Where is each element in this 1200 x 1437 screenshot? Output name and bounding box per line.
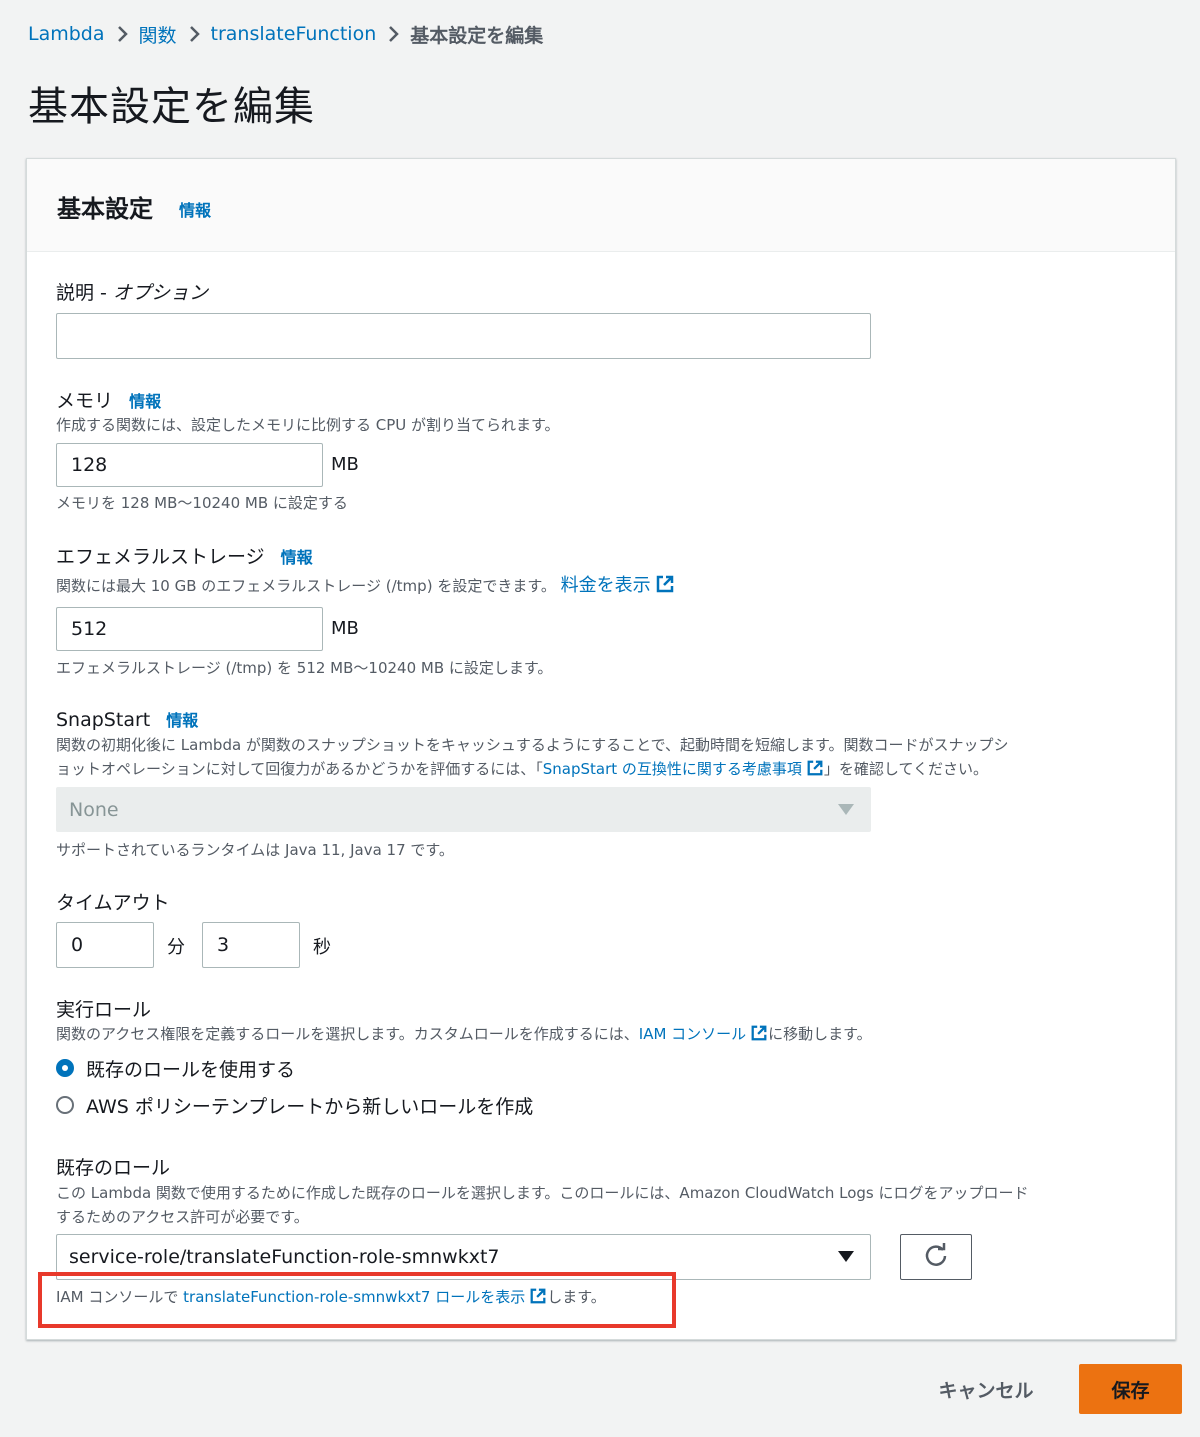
existing-role-label: 既存のロール [56, 1157, 171, 1179]
snapstart-label: SnapStart 情報 [56, 707, 198, 731]
ephemeral-storage-input[interactable]: 512 [56, 607, 323, 651]
refresh-roles-button[interactable] [900, 1234, 972, 1280]
snapstart-description: 関数の初期化後に Lambda が関数のスナップショットをキャッシュするようにす… [56, 733, 1156, 781]
external-link-icon [806, 759, 824, 777]
pricing-link[interactable]: 料金を表示 [561, 575, 675, 596]
radio-existing-role-label: 既存のロールを使用する [86, 1058, 296, 1081]
chevron-right-icon [105, 25, 139, 43]
snapstart-label-text: SnapStart [56, 709, 151, 731]
snapstart-info-link[interactable]: 情報 [166, 711, 198, 730]
existing-role-description-line1: この Lambda 関数で使用するために作成した既存のロールを選択します。このロ… [56, 1184, 1029, 1202]
radio-existing-role[interactable]: 既存のロールを使用する [56, 1055, 295, 1081]
existing-role-selected-value: service-role/translateFunction-role-smnw… [69, 1246, 500, 1268]
snapstart-hint: サポートされているランタイムは Java 11, Java 17 です。 [56, 841, 454, 859]
cancel-button[interactable]: キャンセル [920, 1364, 1052, 1414]
memory-info-link[interactable]: 情報 [129, 392, 161, 411]
panel-header: 基本設定 情報 [27, 159, 1175, 252]
description-label: 説明 - オプション [56, 278, 208, 305]
timeout-label: タイムアウト [56, 892, 170, 914]
ephemeral-storage-hint: エフェメラルストレージ (/tmp) を 512 MB〜10240 MB に設定… [56, 659, 553, 677]
caret-down-icon [838, 803, 854, 815]
execution-role-description-post: に移動します。 [768, 1025, 872, 1043]
breadcrumb-functions[interactable]: 関数 [139, 21, 177, 48]
snapstart-compat-link-text: SnapStart の互換性に関する考慮事項 [542, 760, 802, 778]
ephemeral-storage-description: 関数には最大 10 GB のエフェメラルストレージ (/tmp) を設定できます… [56, 574, 675, 598]
execution-role-description-pre: 関数のアクセス権限を定義するロールを選択します。カスタムロールを作成するには、 [56, 1025, 639, 1043]
snapstart-selected-value: None [69, 798, 119, 821]
breadcrumb-function-name[interactable]: translateFunction [211, 23, 377, 45]
breadcrumb: Lambda 関数 translateFunction 基本設定を編集 [28, 20, 543, 48]
iam-console-link-text: IAM コンソール [638, 1025, 747, 1043]
radio-create-from-template-label: AWS ポリシーテンプレートから新しいロールを作成 [86, 1095, 534, 1118]
snapstart-description-post: 」を確認してください。 [823, 760, 989, 778]
snapstart-description-line2: ョットオペレーションに対して回復力があるかどうかを評価するには、「SnapSta… [56, 757, 1156, 781]
memory-description: 作成する関数には、設定したメモリに比例する CPU が割り当てられます。 [56, 416, 560, 434]
iam-console-link[interactable]: IAM コンソール [639, 1025, 768, 1043]
panel-info-link[interactable]: 情報 [179, 197, 211, 221]
save-button[interactable]: 保存 [1079, 1364, 1182, 1414]
description-label-text: 説明 - [56, 282, 113, 304]
pricing-link-text: 料金を表示 [560, 575, 651, 596]
existing-role-description: この Lambda 関数で使用するために作成した既存のロールを選択します。このロ… [56, 1181, 1156, 1229]
radio-selected-icon[interactable] [56, 1059, 74, 1077]
page-title: 基本設定を編集 [28, 84, 315, 130]
ephemeral-storage-label-text: エフェメラルストレージ [56, 546, 265, 568]
ephemeral-storage-description-text: 関数には最大 10 GB のエフェメラルストレージ (/tmp) を設定できます… [56, 577, 556, 595]
radio-unselected-icon[interactable] [56, 1096, 74, 1114]
chevron-right-icon [177, 25, 211, 43]
ephemeral-storage-unit: MB [331, 618, 359, 639]
chevron-right-icon [376, 25, 410, 43]
snapstart-select: None [56, 787, 871, 832]
radio-create-from-template[interactable]: AWS ポリシーテンプレートから新しいロールを作成 [56, 1092, 533, 1118]
breadcrumb-current: 基本設定を編集 [410, 24, 544, 47]
snapstart-compat-link[interactable]: SnapStart の互換性に関する考慮事項 [543, 760, 824, 778]
ephemeral-storage-label: エフェメラルストレージ 情報 [56, 542, 313, 569]
description-input[interactable] [56, 313, 871, 359]
memory-unit: MB [331, 454, 359, 475]
execution-role-description: 関数のアクセス権限を定義するロールを選択します。カスタムロールを作成するには、I… [56, 1022, 872, 1046]
existing-role-description-line2: するためのアクセス許可が必要です。 [56, 1208, 309, 1226]
highlight-annotation-box [38, 1272, 676, 1328]
memory-label: メモリ 情報 [56, 386, 161, 413]
memory-input[interactable]: 128 [56, 443, 323, 487]
description-optional-text: オプション [112, 282, 208, 304]
refresh-icon [923, 1242, 949, 1272]
timeout-minutes-input[interactable]: 0 [56, 922, 154, 968]
breadcrumb-lambda[interactable]: Lambda [28, 23, 105, 45]
caret-down-icon [838, 1251, 854, 1262]
panel-title: 基本設定 [57, 195, 153, 223]
ephemeral-storage-info-link[interactable]: 情報 [281, 548, 313, 567]
memory-hint: メモリを 128 MB〜10240 MB に設定する [56, 494, 348, 512]
external-link-icon [750, 1024, 768, 1042]
snapstart-description-pre: ョットオペレーションに対して回復力があるかどうかを評価するには、「 [56, 760, 543, 778]
timeout-seconds-unit: 秒 [313, 937, 331, 958]
snapstart-description-line1: 関数の初期化後に Lambda が関数のスナップショットをキャッシュするようにす… [56, 736, 1009, 754]
execution-role-label: 実行ロール [56, 999, 152, 1021]
timeout-minutes-unit: 分 [167, 937, 185, 958]
memory-label-text: メモリ [56, 390, 114, 412]
external-link-icon [655, 574, 675, 594]
timeout-seconds-input[interactable]: 3 [202, 922, 300, 968]
